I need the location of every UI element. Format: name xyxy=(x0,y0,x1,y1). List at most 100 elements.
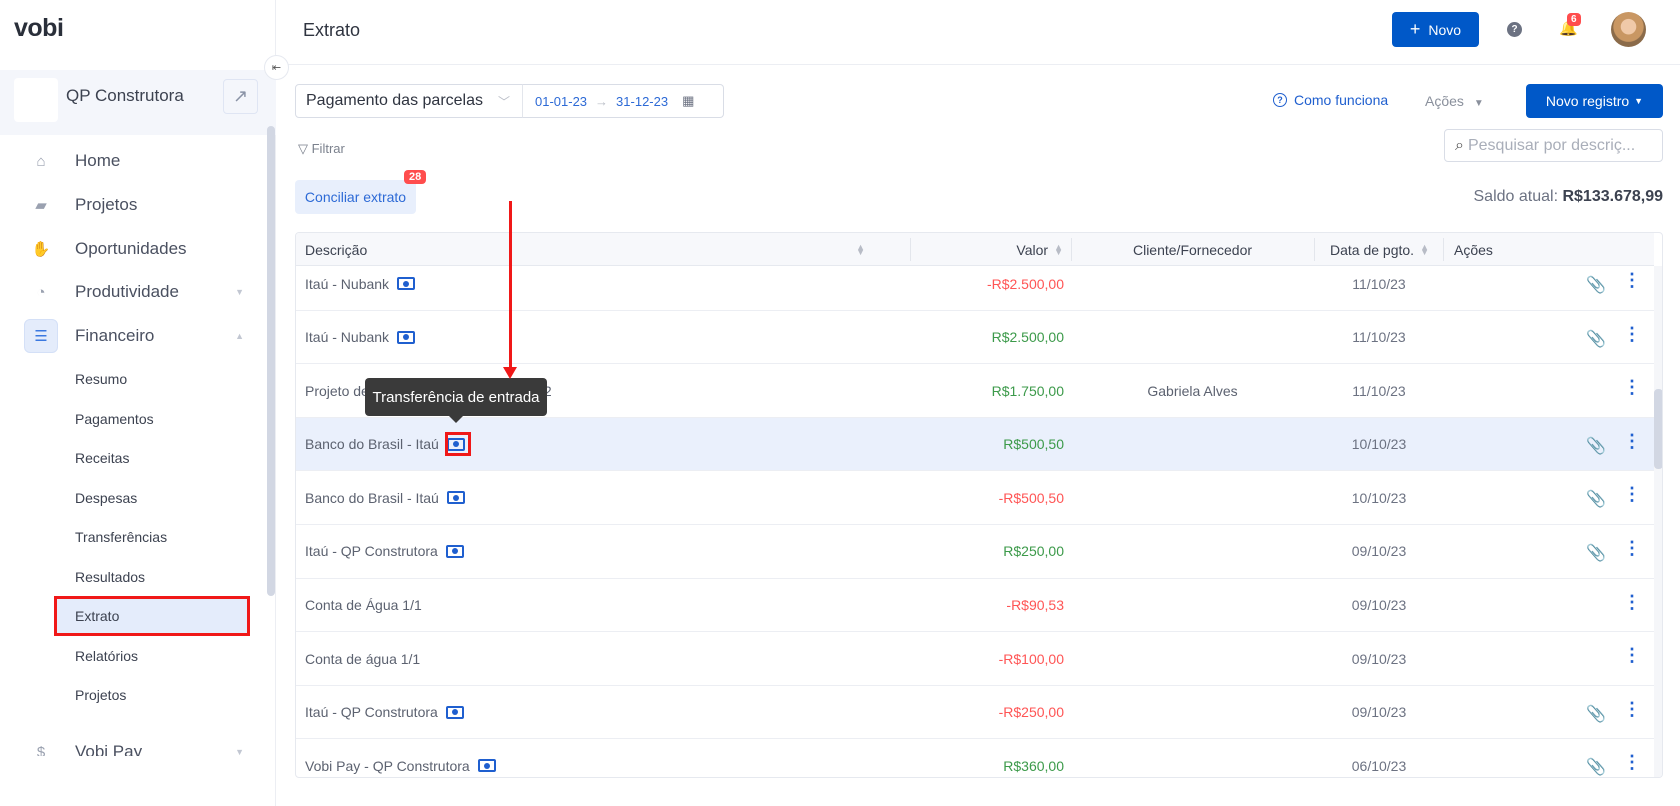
date-end[interactable]: 31-12-23 xyxy=(616,94,668,109)
row-date: 09/10/23 xyxy=(1351,597,1407,614)
transfer-icon[interactable] xyxy=(477,759,496,773)
company-logo xyxy=(14,78,58,122)
coins-icon: ☰ xyxy=(24,319,58,353)
description-text: Itaú - QP Construtora xyxy=(305,543,438,560)
table-scrollbar-thumb[interactable] xyxy=(1654,389,1662,469)
paperclip-icon[interactable]: 📎 xyxy=(1586,275,1606,295)
row-value: R$2.500,00 xyxy=(991,329,1064,346)
row-value: -R$90,53 xyxy=(1006,597,1064,614)
paperclip-icon[interactable]: 📎 xyxy=(1586,543,1606,563)
paperclip-icon[interactable]: 📎 xyxy=(1586,436,1606,456)
sidebar-subitem-pagamentos[interactable]: Pagamentos xyxy=(56,401,248,437)
filter-button[interactable]: ▽ Filtrar xyxy=(298,141,345,157)
more-vertical-icon[interactable]: ⋮ xyxy=(1623,485,1641,503)
collapse-sidebar-button[interactable]: ⇤ xyxy=(264,55,289,80)
table-row[interactable]: Banco do Brasil - Itaú R$500,50 10/10/23 📎 ⋮ xyxy=(296,417,1654,472)
sidebar-subitem-extrato[interactable]: Extrato xyxy=(54,596,250,636)
sidebar-item-projetos[interactable]: ▰ Projetos xyxy=(24,187,264,223)
help-icon[interactable]: ? xyxy=(1507,22,1522,37)
transfer-icon[interactable] xyxy=(445,544,464,558)
more-vertical-icon[interactable]: ⋮ xyxy=(1623,378,1641,396)
table-row[interactable]: Itaú - Nubank R$2.500,00 11/10/23 📎 ⋮ xyxy=(296,311,1654,365)
row-client xyxy=(1071,525,1314,578)
table-row[interactable]: Conta de Água 1/1 -R$90,53 09/10/23 ⋮ xyxy=(296,579,1654,633)
how-it-works-link[interactable]: ? Como funciona xyxy=(1273,92,1388,108)
transfer-icon[interactable] xyxy=(397,277,416,290)
paperclip-icon[interactable]: 📎 xyxy=(1586,329,1606,349)
transfer-icon[interactable] xyxy=(397,330,416,344)
transfer-icon[interactable] xyxy=(446,491,465,505)
more-vertical-icon[interactable]: ⋮ xyxy=(1623,432,1641,450)
sidebar-subitem-despesas[interactable]: Despesas xyxy=(56,480,248,516)
table-row[interactable]: Conta de água 1/1 -R$100,00 09/10/23 ⋮ xyxy=(296,632,1654,686)
sidebar-item-home[interactable]: ⌂ Home xyxy=(24,143,264,179)
row-client: Gabriela Alves xyxy=(1147,382,1238,399)
sidebar-subitem-resultados[interactable]: Resultados xyxy=(56,559,248,595)
sidebar-subitem-receitas[interactable]: Receitas xyxy=(56,440,248,476)
paperclip-icon[interactable]: 📎 xyxy=(1586,704,1606,724)
row-client xyxy=(1071,418,1314,471)
table-row[interactable]: Itaú - QP Construtora R$250,00 09/10/23 📎 ⋮ xyxy=(296,525,1654,579)
row-client xyxy=(1071,686,1314,739)
col-value-label: Valor xyxy=(1016,241,1049,258)
more-vertical-icon[interactable]: ⋮ xyxy=(1623,539,1641,557)
description-text: Conta de Água 1/1 xyxy=(305,597,422,614)
actions-label: Ações xyxy=(1425,93,1464,109)
paperclip-icon[interactable]: 📎 xyxy=(1586,757,1606,777)
more-vertical-icon[interactable]: ⋮ xyxy=(1623,700,1641,718)
sidebar-item-oportunidades[interactable]: ✋ Oportunidades xyxy=(24,231,264,267)
date-start[interactable]: 01-01-23 xyxy=(535,94,587,109)
more-vertical-icon[interactable]: ⋮ xyxy=(1623,753,1641,771)
sort-icon[interactable]: ▲ ▼ xyxy=(1054,242,1063,256)
description-text: Vobi Pay - QP Construtora xyxy=(305,757,470,774)
sort-icon[interactable]: ▲ ▼ xyxy=(1420,242,1429,256)
more-vertical-icon[interactable]: ⋮ xyxy=(1623,325,1641,343)
new-button[interactable]: + Novo xyxy=(1392,12,1479,47)
search-input[interactable]: ⌕ Pesquisar por descriç... xyxy=(1444,129,1663,162)
col-description[interactable]: Descrição ▲ ▼ xyxy=(305,233,865,266)
more-vertical-icon[interactable]: ⋮ xyxy=(1623,271,1641,289)
reconcile-statement-button[interactable]: Conciliar extrato xyxy=(295,180,416,214)
paperclip-icon[interactable]: 📎 xyxy=(1586,489,1606,509)
sidebar-subitem-transferências[interactable]: Transferências xyxy=(56,519,248,555)
sidebar-subitem-relatórios[interactable]: Relatórios xyxy=(56,638,248,674)
user-avatar[interactable] xyxy=(1611,12,1646,47)
vobi-logo[interactable]: vobi xyxy=(14,14,64,43)
sidebar-item-financeiro[interactable]: ☰ Financeiro ▲ xyxy=(24,318,264,354)
filter-icon: ▽ xyxy=(298,141,312,156)
table-row[interactable]: Itaú - QP Construtora -R$250,00 09/10/23 📎 ⋮ xyxy=(296,686,1654,740)
table-row[interactable]: Itaú - Nubank -R$2.500,00 11/10/23 📎 ⋮ xyxy=(296,266,1654,311)
column-divider xyxy=(1443,238,1444,261)
row-description: Conta de Água 1/1 xyxy=(305,579,422,632)
col-date-label: Data de pgto. xyxy=(1330,241,1415,258)
external-link-icon[interactable]: ↗ xyxy=(223,79,258,114)
more-vertical-icon[interactable]: ⋮ xyxy=(1623,646,1641,664)
transfer-icon[interactable] xyxy=(445,705,464,719)
actions-dropdown[interactable]: Ações ▼ xyxy=(1425,93,1484,109)
col-value[interactable]: Valor ▲ ▼ xyxy=(911,233,1071,266)
caret-down-icon: ▼ xyxy=(1634,96,1644,106)
sidebar-item-produtividade[interactable]: ◔ Produtividade ▼ xyxy=(24,274,264,310)
sidebar-subitem-projetos[interactable]: Projetos xyxy=(56,677,248,713)
description-text: Itaú - Nubank xyxy=(305,275,390,292)
row-description: Conta de água 1/1 xyxy=(305,632,420,685)
payment-type-select[interactable]: Pagamento das parcelas ﹀ xyxy=(295,84,523,118)
new-record-button[interactable]: Novo registro ▼ xyxy=(1526,84,1663,118)
question-circle-icon: ? xyxy=(1273,93,1287,107)
more-vertical-icon[interactable]: ⋮ xyxy=(1623,593,1641,611)
sidebar-scrollbar[interactable] xyxy=(267,126,275,596)
table-row[interactable]: Banco do Brasil - Itaú -R$500,50 10/10/23 📎… xyxy=(296,471,1654,525)
date-range-picker[interactable]: 01-01-23 → 31-12-23 ▦ xyxy=(522,84,724,118)
sidebar-subitem-resumo[interactable]: Resumo xyxy=(56,361,248,397)
row-value: -R$100,00 xyxy=(998,650,1064,667)
col-date[interactable]: Data de pgto. ▲ ▼ xyxy=(1330,233,1442,266)
col-actions: Ações xyxy=(1454,241,1493,258)
select-value: Pagamento das parcelas xyxy=(306,92,483,109)
row-date: 06/10/23 xyxy=(1351,757,1407,774)
table-row[interactable]: Vobi Pay - QP Construtora R$360,00 06/10/2… xyxy=(296,739,1654,777)
filter-label: Filtrar xyxy=(311,141,345,156)
sort-icon[interactable]: ▲ ▼ xyxy=(856,242,865,256)
row-client xyxy=(1071,579,1314,632)
company-selector[interactable]: QP Construtora ↗ xyxy=(0,70,276,135)
table-scrollbar-track[interactable] xyxy=(1654,266,1662,777)
